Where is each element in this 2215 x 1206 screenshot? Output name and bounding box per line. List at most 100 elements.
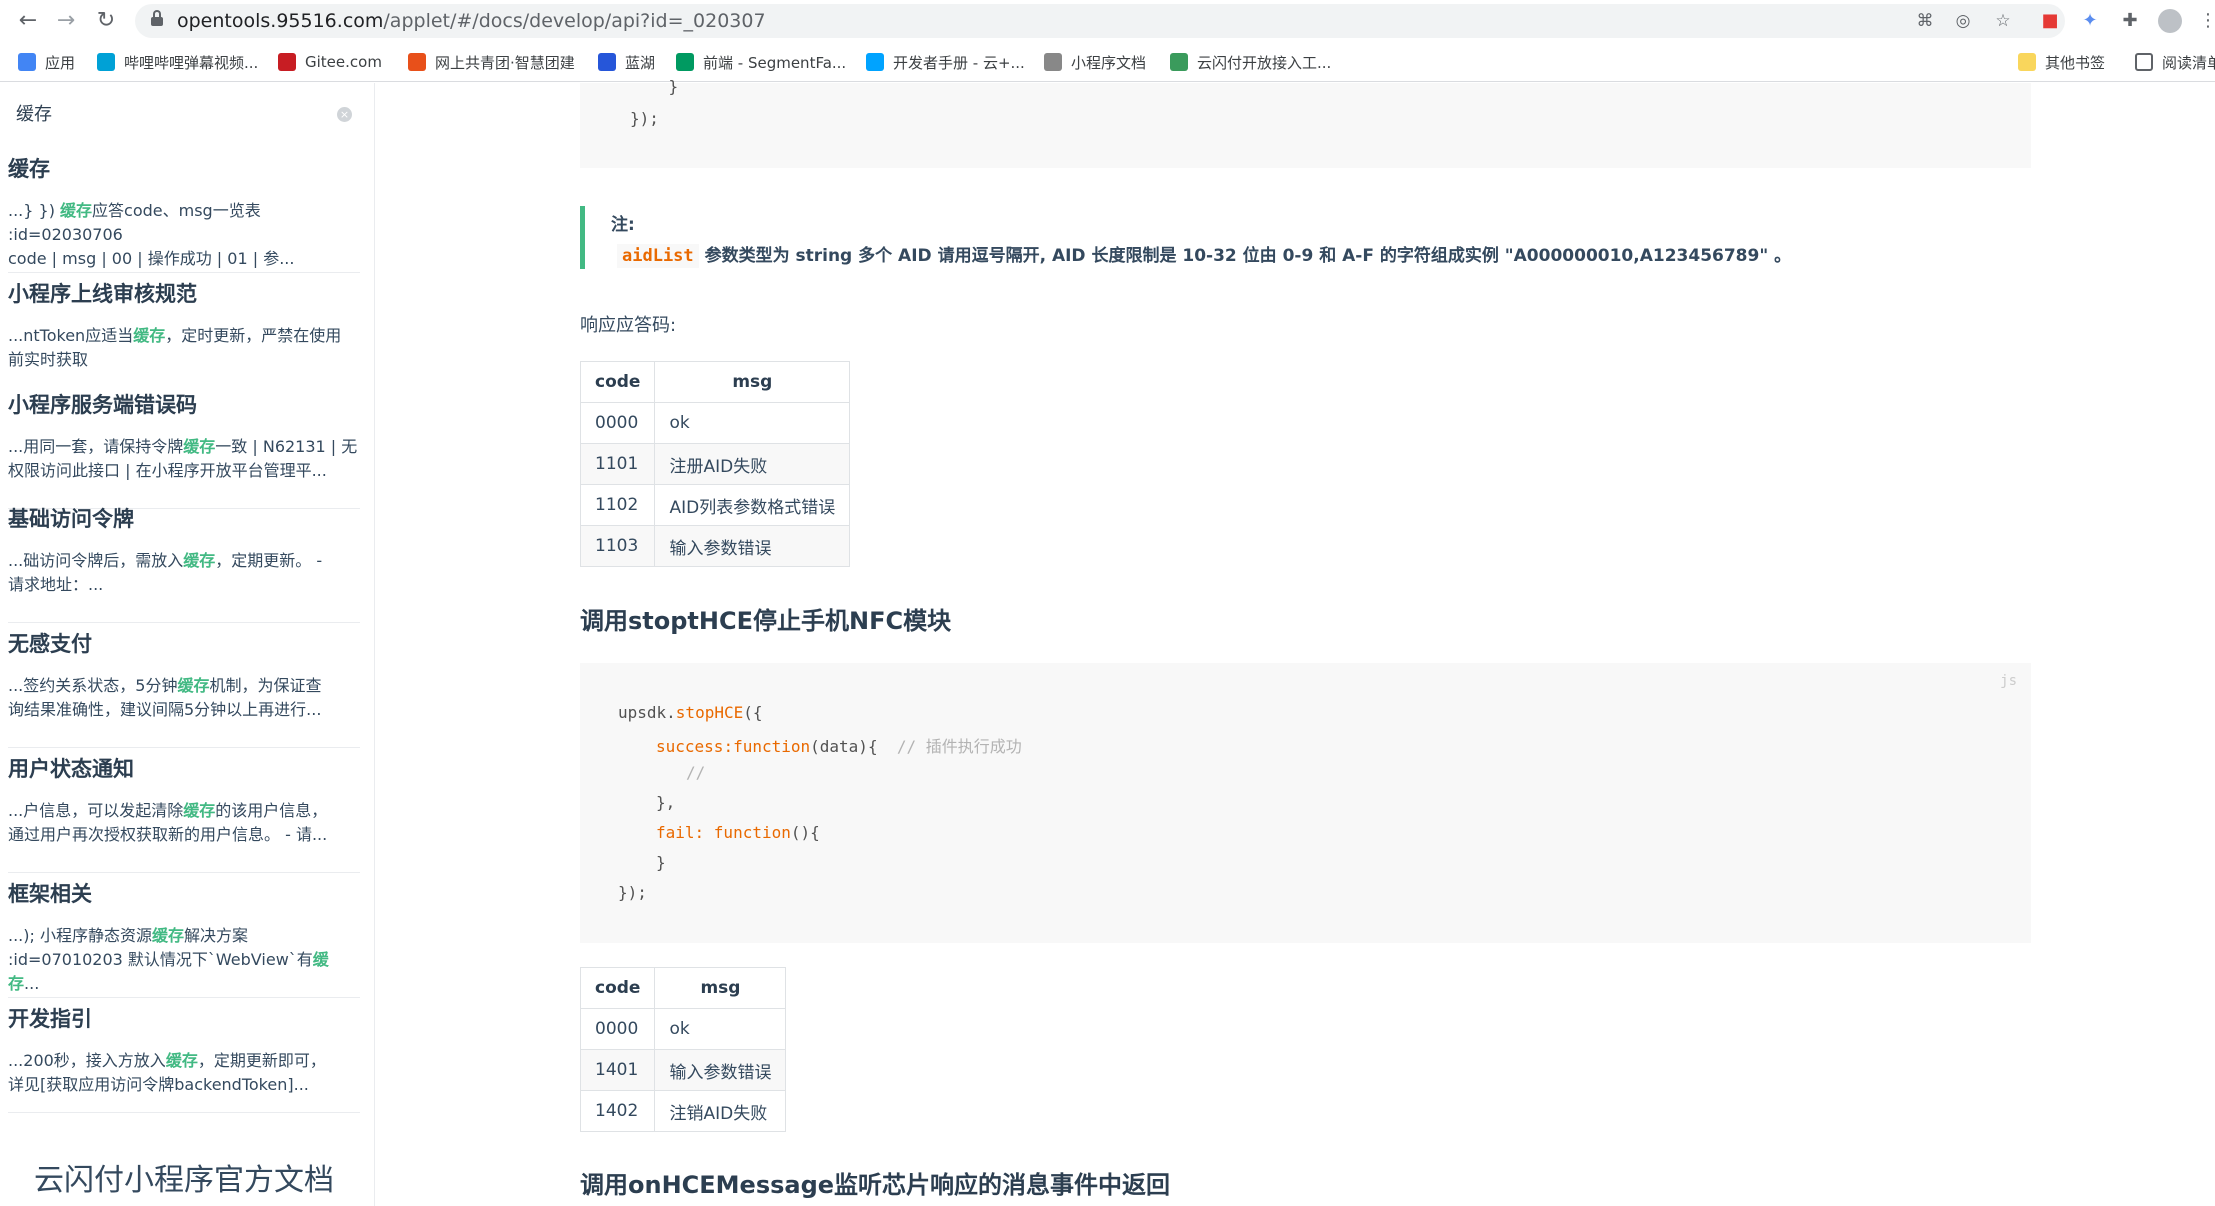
table-cell: 1103 xyxy=(579,525,656,567)
bookmark-item[interactable]: 前端 - SegmentFa... xyxy=(676,50,846,74)
code-line: }); xyxy=(630,109,659,128)
bookmark-item[interactable]: 云闪付开放接入工... xyxy=(1170,50,1331,74)
bookmark-favicon-icon xyxy=(598,53,616,71)
code-line: }, xyxy=(656,793,676,812)
table-header-cell: msg xyxy=(654,967,787,1009)
puzzle-icon[interactable]: ✚ xyxy=(2118,9,2142,33)
response-label: 响应应答码: xyxy=(580,315,677,336)
code-line: upsdk.stopHCE({ xyxy=(618,703,763,722)
table-cell: 输入参数错误 xyxy=(654,525,851,567)
inline-code: aidList xyxy=(617,244,699,268)
menu-icon[interactable]: ⋮ xyxy=(2196,9,2215,33)
table-row: 1401 输入参数错误 xyxy=(579,1049,787,1091)
other-bookmarks-label: 其他书签 xyxy=(2045,53,2106,72)
table-header-cell: code xyxy=(579,361,656,403)
bookmark-favicon-icon xyxy=(676,53,694,71)
bookmark-favicon-icon xyxy=(1170,53,1188,71)
code-block-stop-hce: js upsdk.stopHCE({ success:function(data… xyxy=(580,663,2031,943)
note-text: 参数类型为 string 多个 AID 请用逗号隔开, AID 长度限制是 10… xyxy=(698,246,1792,266)
search-result-snippet: ...础访问令牌后，需放入缓存，定期更新。 - 请求地址：... xyxy=(8,551,323,594)
forward-arrow-icon[interactable]: → xyxy=(50,5,82,37)
site-brand[interactable]: 云闪付小程序官方文档 xyxy=(34,1155,334,1199)
bookmark-item[interactable]: Gitee.com xyxy=(278,50,382,74)
heading-on-hce-message: 调用onHCEMessage监听芯片响应的消息事件中返回 xyxy=(580,1171,1171,1199)
search-result-title[interactable]: 小程序上线审核规范 xyxy=(8,278,360,308)
search-result-title[interactable]: 小程序服务端错误码 xyxy=(8,389,360,419)
table-cell: 0000 xyxy=(579,402,656,444)
code-line: success:function(data){ // 插件执行成功 xyxy=(656,737,1022,756)
bookmark-label: 云闪付开放接入工... xyxy=(1197,53,1332,72)
extension-bird-icon[interactable]: ✦ xyxy=(2078,9,2102,33)
search-result-title[interactable]: 缓存 xyxy=(8,153,360,183)
bookmark-item[interactable]: 网上共青团·智慧团建 xyxy=(408,50,575,74)
code-line: // xyxy=(686,763,706,782)
search-result-item[interactable]: 无感支付 ...签约关系状态，5分钟缓存机制，为保证查 询结果准确性，建议间隔5分… xyxy=(8,628,360,748)
bookmarks-bar: 其他书签 阅读清单 应用 哔哩哔哩弹幕视频... Gitee.com 网上共青团·智慧… xyxy=(0,42,2215,82)
other-bookmarks[interactable]: 其他书签 xyxy=(2018,50,2105,74)
heading-stop-hce: 调用stoptHCE停止手机NFC模块 xyxy=(580,607,952,635)
table-cell: 1101 xyxy=(579,443,656,485)
bookmark-favicon-icon xyxy=(866,53,884,71)
avatar[interactable] xyxy=(2158,9,2182,33)
table-cell: AID列表参数格式错误 xyxy=(654,484,851,526)
translate-icon[interactable]: ⌘ xyxy=(1913,10,1937,32)
table-header-cell: code xyxy=(579,967,656,1009)
bookmark-label: Gitee.com xyxy=(305,53,382,71)
table-header-cell: msg xyxy=(654,361,851,403)
table-row: 1103 输入参数错误 xyxy=(579,525,851,567)
bookmark-item[interactable]: 小程序文档 xyxy=(1044,50,1146,74)
reading-list[interactable]: 阅读清单 xyxy=(2135,50,2215,74)
extension-red-icon[interactable]: ■ xyxy=(2038,9,2062,33)
table-cell: ok xyxy=(654,402,851,444)
search-result-snippet: ...ntToken应适当缓存，定时更新，严禁在使用 前实时获取 xyxy=(8,326,342,369)
search-result-snippet: ...签约关系状态，5分钟缓存机制，为保证查 询结果准确性，建议间隔5分钟以上再… xyxy=(8,676,322,719)
browser-toolbar: ← → ↻ opentools.95516.com/applet/#/docs/… xyxy=(0,0,2215,42)
search-result-title[interactable]: 框架相关 xyxy=(8,878,360,908)
search-result-snippet: ...} }) 缓存应答code、msg一览表 :id=02030706 cod… xyxy=(8,201,295,268)
response-code-table-2: code msg 0000 ok 1401 输入参数错误 1402 注销AID失败 xyxy=(579,967,787,1132)
search-result-item[interactable]: 缓存 ...} }) 缓存应答code、msg一览表 :id=02030706 c… xyxy=(8,153,360,273)
search-result-item[interactable]: 框架相关 ...); 小程序静态资源缓存解决方案 :id=07010203 默认情… xyxy=(8,878,360,998)
search-result-item[interactable]: 小程序服务端错误码 ...用同一套，请保持令牌缓存一致 | N62131 | 无 … xyxy=(8,389,360,509)
sidebar: 缓存 × 缓存 ...} }) 缓存应答code、msg一览表 :id=02030… xyxy=(0,83,375,1206)
address-bar[interactable]: opentools.95516.com/applet/#/docs/develo… xyxy=(135,4,2065,38)
reload-icon[interactable]: ↻ xyxy=(90,5,122,37)
bookmark-label: 蓝湖 xyxy=(625,53,656,72)
bookmark-favicon-icon xyxy=(1044,53,1062,71)
bookmark-label: 前端 - SegmentFa... xyxy=(703,53,847,72)
note-title: 注: xyxy=(611,215,635,235)
eye-off-icon[interactable]: ◎ xyxy=(1951,10,1975,32)
search-result-title[interactable]: 开发指引 xyxy=(8,1003,360,1033)
table-cell: ok xyxy=(654,1008,787,1050)
code-line: } xyxy=(630,77,679,96)
search-result-item[interactable]: 用户状态通知 ...户信息，可以发起清除缓存的该用户信息， 通过用户再次授权获取新… xyxy=(8,753,360,873)
back-arrow-icon[interactable]: ← xyxy=(12,5,44,37)
bookmark-item[interactable]: 蓝湖 xyxy=(598,50,655,74)
table-cell: 注册AID失败 xyxy=(654,443,851,485)
url-text[interactable]: opentools.95516.com/applet/#/docs/develo… xyxy=(177,10,766,32)
table-row: 0000 ok xyxy=(579,402,851,444)
search-result-item[interactable]: 基础访问令牌 ...础访问令牌后，需放入缓存，定期更新。 - 请求地址：... xyxy=(8,503,360,623)
reading-list-label: 阅读清单 xyxy=(2162,53,2215,72)
star-icon[interactable]: ☆ xyxy=(1991,10,2015,32)
bookmark-item[interactable]: 开发者手册 - 云+... xyxy=(866,50,1025,74)
folder-icon xyxy=(2018,53,2036,71)
search-box[interactable]: 缓存 × xyxy=(0,83,374,145)
bookmark-item[interactable]: 应用 xyxy=(18,50,75,74)
search-input[interactable]: 缓存 xyxy=(16,100,52,126)
search-result-title[interactable]: 基础访问令牌 xyxy=(8,503,360,533)
note-body: aidList 参数类型为 string 多个 AID 请用逗号隔开, AID … xyxy=(617,241,1792,268)
code-block-previous: } }); xyxy=(580,77,2031,168)
search-result-title[interactable]: 用户状态通知 xyxy=(8,753,360,783)
search-result-item[interactable]: 开发指引 ...200秒，接入方放入缓存，定期更新即可， 详见[获取应用访问令牌b… xyxy=(8,1003,360,1113)
search-result-title[interactable]: 无感支付 xyxy=(8,628,360,658)
bookmark-item[interactable]: 哔哩哔哩弹幕视频... xyxy=(97,50,258,74)
table-row: 1101 注册AID失败 xyxy=(579,443,851,485)
table-cell: 1102 xyxy=(579,484,656,526)
code-line: }); xyxy=(618,883,647,902)
bookmark-label: 应用 xyxy=(45,53,76,72)
search-result-snippet: ...); 小程序静态资源缓存解决方案 :id=07010203 默认情况下`W… xyxy=(8,926,329,993)
response-code-table-1: code msg 0000 ok 1101 注册AID失败 1102 AID列表参数格式错误 1… xyxy=(579,361,851,567)
search-result-item[interactable]: 小程序上线审核规范 ...ntToken应适当缓存，定时更新，严禁在使用 前实时获… xyxy=(8,278,360,398)
clear-search-icon[interactable]: × xyxy=(337,107,352,122)
